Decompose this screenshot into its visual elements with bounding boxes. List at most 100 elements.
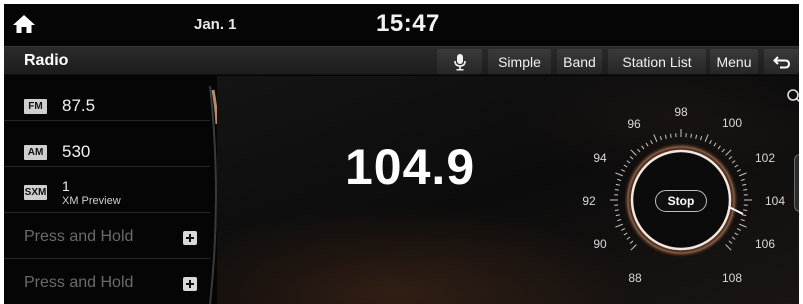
dial-tick bbox=[614, 209, 619, 211]
search-icon[interactable] bbox=[786, 88, 799, 104]
preset-subtitle: XM Preview bbox=[62, 195, 121, 207]
dial-tick bbox=[653, 134, 658, 142]
dial-tick bbox=[659, 136, 663, 141]
dial-tick bbox=[739, 223, 747, 228]
dial-tick bbox=[742, 214, 747, 217]
dial-tick bbox=[728, 240, 733, 244]
dial-tick bbox=[614, 189, 619, 191]
dial-tick bbox=[725, 244, 732, 251]
dial-tick bbox=[731, 160, 736, 164]
preset-frequency: 530 bbox=[62, 142, 91, 161]
dial-tick bbox=[736, 228, 741, 231]
dial-tick bbox=[734, 232, 739, 236]
dial-label: 106 bbox=[754, 237, 776, 251]
side-panel-handle[interactable] bbox=[794, 154, 799, 212]
dial-tick bbox=[721, 148, 725, 153]
dial-tick bbox=[695, 134, 698, 139]
radio-screen: Jan. 1 15:47 Radio Simple Band Station L… bbox=[4, 4, 799, 304]
plus-icon bbox=[183, 277, 197, 291]
status-bar: Jan. 1 15:47 bbox=[4, 4, 799, 46]
plus-icon bbox=[183, 231, 197, 245]
dial-tick bbox=[650, 140, 653, 145]
dial-label: 94 bbox=[593, 151, 607, 165]
dial-tick bbox=[740, 178, 745, 182]
preset-list: FM 87.5 AM 530 SXM 1 XM Preview Press an… bbox=[4, 76, 214, 304]
mic-icon bbox=[453, 53, 466, 70]
dial-tick bbox=[637, 148, 641, 153]
page-title: Radio bbox=[24, 52, 69, 69]
dial-tick bbox=[743, 209, 748, 211]
dial-tick bbox=[736, 169, 741, 172]
dial-tick bbox=[709, 140, 712, 145]
band-badge: AM bbox=[24, 145, 47, 160]
dial-tick bbox=[621, 228, 626, 231]
dial-label: 100 bbox=[721, 116, 743, 130]
status-date: Jan. 1 bbox=[194, 16, 237, 33]
dial-label: 108 bbox=[721, 271, 743, 285]
press-and-hold-label: Press and Hold bbox=[24, 274, 134, 291]
station-list-button[interactable]: Station List bbox=[608, 49, 706, 74]
dial-tick bbox=[731, 236, 736, 240]
dial-tick bbox=[630, 244, 637, 251]
dial-tick bbox=[739, 172, 747, 177]
dial-label: 90 bbox=[593, 237, 607, 251]
simple-button[interactable]: Simple bbox=[488, 49, 551, 74]
dial-tick bbox=[629, 156, 634, 160]
dial-tick bbox=[641, 145, 645, 150]
current-frequency: 104.9 bbox=[345, 139, 476, 195]
dial-tick bbox=[615, 214, 620, 217]
empty-preset-slot[interactable]: Press and Hold bbox=[4, 214, 210, 259]
dial-tick bbox=[664, 134, 667, 139]
dial-tick bbox=[725, 149, 732, 156]
dial-tick bbox=[630, 149, 637, 156]
dial-tick bbox=[629, 240, 634, 244]
dial-label: 92 bbox=[582, 194, 596, 208]
dial-tick bbox=[690, 133, 692, 138]
preset-item-sxm[interactable]: SXM 1 XM Preview bbox=[4, 168, 210, 213]
dial-tick bbox=[621, 169, 626, 172]
dial-tick bbox=[742, 183, 747, 186]
dial-tick bbox=[623, 232, 628, 236]
dial-tick bbox=[734, 164, 739, 168]
dial-tick bbox=[743, 189, 748, 191]
dial-tick bbox=[626, 236, 631, 240]
dial-tick bbox=[623, 164, 628, 168]
dial-tick bbox=[645, 142, 649, 147]
empty-preset-slot[interactable]: Press and Hold bbox=[4, 260, 210, 304]
dial-tick bbox=[699, 136, 703, 141]
voice-button[interactable] bbox=[437, 49, 482, 74]
preset-item-fm[interactable]: FM 87.5 bbox=[4, 76, 210, 121]
dial-tick bbox=[617, 178, 622, 182]
stop-button[interactable]: Stop bbox=[655, 190, 707, 212]
dial-tick bbox=[670, 133, 672, 138]
band-button[interactable]: Band bbox=[557, 49, 602, 74]
dial-label: 104 bbox=[764, 194, 786, 208]
band-badge: SXM bbox=[24, 185, 47, 200]
dial-tick bbox=[704, 134, 709, 142]
preset-frequency: 87.5 bbox=[62, 96, 96, 115]
back-button[interactable] bbox=[764, 49, 799, 74]
dial-tick bbox=[615, 183, 620, 186]
toolbar: Radio Simple Band Station List Menu bbox=[4, 46, 799, 75]
back-icon bbox=[772, 55, 790, 68]
home-icon[interactable] bbox=[12, 13, 36, 35]
dial-tick bbox=[713, 142, 717, 147]
dial-label: 96 bbox=[627, 117, 641, 131]
preset-frequency: 1 bbox=[62, 178, 70, 194]
tuner-area: 104.9 Stop 88 90 92 94 96 98 100 102 104… bbox=[217, 76, 799, 304]
status-time: 15:47 bbox=[376, 10, 440, 37]
dial-tick bbox=[615, 223, 623, 228]
dial-tick bbox=[728, 156, 733, 160]
menu-button[interactable]: Menu bbox=[710, 49, 758, 74]
band-badge: FM bbox=[24, 99, 47, 114]
press-and-hold-label: Press and Hold bbox=[24, 228, 134, 245]
dial-tick bbox=[740, 218, 745, 222]
dial-tick bbox=[615, 172, 623, 177]
dial-label: 102 bbox=[754, 151, 776, 165]
dial-label: 98 bbox=[674, 105, 688, 119]
dial-tick bbox=[626, 160, 631, 164]
preset-item-am[interactable]: AM 530 bbox=[4, 122, 210, 167]
dial-tick bbox=[617, 218, 622, 222]
dial-tick bbox=[717, 145, 721, 150]
dial-label: 88 bbox=[628, 271, 642, 285]
